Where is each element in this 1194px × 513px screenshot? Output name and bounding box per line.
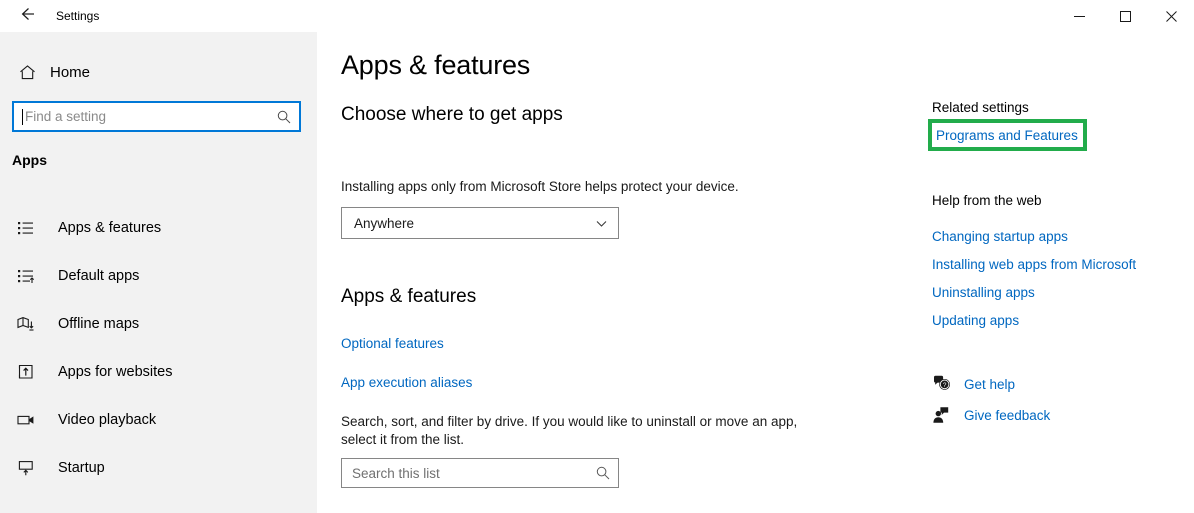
window-controls [1056, 0, 1194, 32]
close-button[interactable] [1148, 0, 1194, 32]
link-changing-startup-apps[interactable]: Changing startup apps [932, 229, 1068, 244]
link-app-execution-aliases[interactable]: App execution aliases [341, 375, 472, 390]
map-download-icon [16, 314, 48, 334]
link-updating-apps[interactable]: Updating apps [932, 313, 1019, 328]
list-search-placeholder: Search this list [352, 465, 440, 481]
sidebar-item-apps-features[interactable]: Apps & features [0, 204, 317, 252]
home-icon [4, 63, 50, 82]
close-icon [1165, 10, 1177, 22]
sidebar-item-video-playback[interactable]: Video playback [0, 396, 317, 444]
page-title: Apps & features [341, 50, 531, 80]
video-camera-icon [16, 410, 48, 430]
title-bar: Settings [0, 0, 1194, 32]
sidebar-item-home-label: Home [50, 63, 91, 81]
related-settings-panel: Related settings Programs and Features H… [928, 32, 1194, 513]
sidebar: Home Find a setting Apps Apps & features… [0, 32, 317, 513]
back-button[interactable] [6, 0, 50, 32]
link-uninstalling-apps[interactable]: Uninstalling apps [932, 285, 1035, 300]
sidebar-group-label: Apps [12, 152, 47, 168]
link-installing-web-apps[interactable]: Installing web apps from Microsoft [932, 257, 1136, 272]
chevron-down-icon [584, 217, 618, 230]
sidebar-item-apps-features-label: Apps & features [58, 220, 162, 236]
feedback-person-icon [932, 406, 962, 424]
back-arrow-icon [19, 5, 37, 28]
help-from-web-heading: Help from the web [932, 193, 1042, 208]
section-heading-apps-features: Apps & features [341, 286, 477, 307]
sidebar-item-startup[interactable]: Startup [0, 444, 317, 492]
search-icon [588, 465, 618, 481]
box-arrow-up-icon [16, 362, 48, 382]
list-description: Search, sort, and filter by drive. If yo… [341, 414, 798, 447]
get-help-action[interactable]: ? Get help [932, 373, 1015, 395]
settings-window: Settings Home Find a setting Apps Apps &… [0, 0, 1194, 513]
sidebar-item-startup-label: Startup [58, 460, 105, 476]
sidebar-item-apps-for-websites[interactable]: Apps for websites [0, 348, 317, 396]
minimize-icon [1073, 15, 1085, 17]
list-arrow-icon [16, 266, 48, 286]
app-source-dropdown-value: Anywhere [354, 215, 415, 231]
sidebar-item-apps-for-websites-label: Apps for websites [58, 364, 173, 380]
sidebar-item-offline-maps-label: Offline maps [58, 316, 140, 332]
link-programs-and-features[interactable]: Programs and Features [932, 128, 1078, 143]
app-source-dropdown[interactable]: Anywhere [341, 207, 619, 239]
maximize-icon [1119, 10, 1131, 22]
store-description: Installing apps only from Microsoft Stor… [341, 179, 739, 194]
maximize-button[interactable] [1102, 0, 1148, 32]
svg-text:?: ? [943, 382, 947, 389]
window-title: Settings [56, 9, 100, 23]
list-search-input[interactable]: Search this list [341, 458, 619, 488]
search-icon [269, 109, 299, 125]
sidebar-item-home[interactable]: Home [0, 54, 317, 90]
link-optional-features[interactable]: Optional features [341, 336, 444, 351]
programs-and-features-highlight: Programs and Features [928, 119, 1087, 151]
sidebar-item-default-apps-label: Default apps [58, 268, 140, 284]
get-help-label: Get help [964, 376, 1016, 392]
sidebar-item-offline-maps[interactable]: Offline maps [0, 300, 317, 348]
give-feedback-label: Give feedback [964, 407, 1051, 423]
section-heading-choose-where: Choose where to get apps [341, 104, 563, 125]
search-input-placeholder: Find a setting [25, 109, 107, 124]
sidebar-item-video-playback-label: Video playback [58, 412, 157, 428]
monitor-arrow-up-icon [16, 458, 48, 478]
related-settings-heading: Related settings [932, 100, 1029, 115]
search-input[interactable]: Find a setting [12, 101, 301, 132]
sidebar-nav-list: Apps & features Default apps Offline map… [0, 204, 317, 492]
minimize-button[interactable] [1056, 0, 1102, 32]
give-feedback-action[interactable]: Give feedback [932, 404, 1050, 426]
list-icon [16, 218, 48, 238]
sidebar-item-default-apps[interactable]: Default apps [0, 252, 317, 300]
help-chat-icon: ? [932, 375, 962, 393]
